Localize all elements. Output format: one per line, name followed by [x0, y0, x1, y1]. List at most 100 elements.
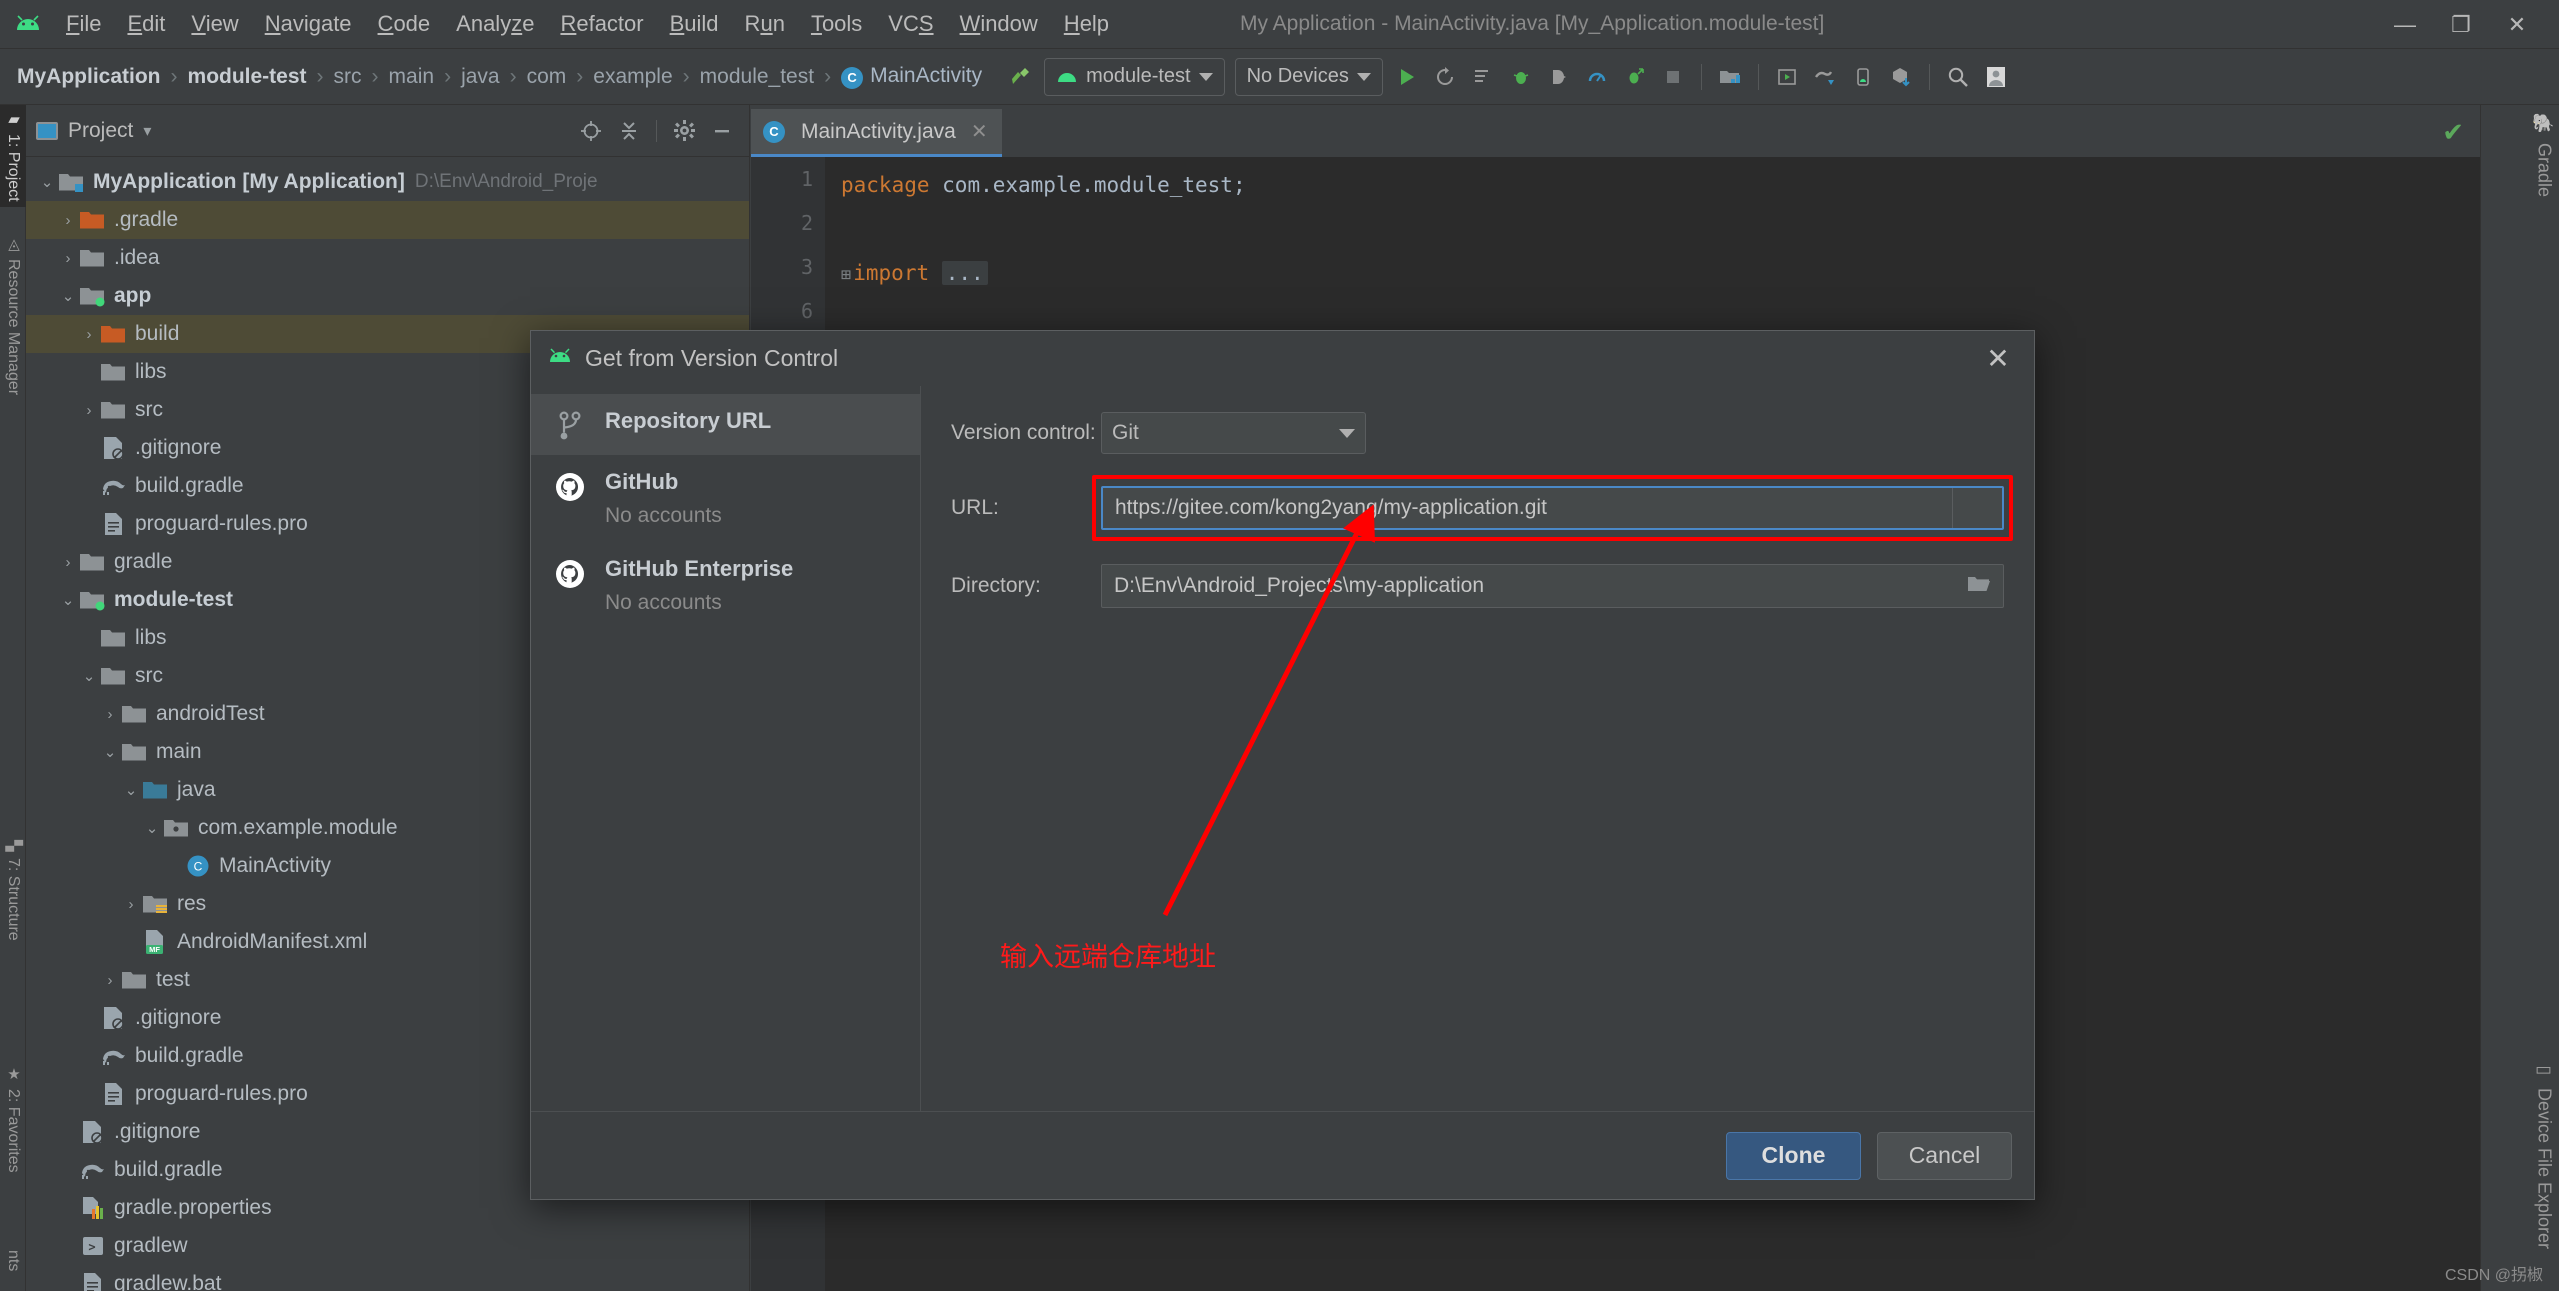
- sidebar-item-commits[interactable]: nts: [0, 1245, 26, 1276]
- chevron-down-icon[interactable]: ⌄: [36, 173, 58, 191]
- code-line[interactable]: ⊞import ...: [825, 251, 2480, 295]
- menu-item-file[interactable]: File: [53, 7, 114, 41]
- chevron-down-icon[interactable]: ⌄: [57, 591, 79, 609]
- browse-folder-icon[interactable]: [1967, 573, 1991, 599]
- chevron-right-icon[interactable]: ›: [57, 212, 79, 229]
- chevron-down-icon[interactable]: ⌄: [99, 743, 121, 761]
- source-item-github[interactable]: GitHub No accounts: [531, 455, 920, 542]
- restore-button[interactable]: ❐: [2433, 3, 2489, 47]
- chevron-right-icon[interactable]: ›: [99, 972, 121, 989]
- breadcrumb-item-main[interactable]: main: [386, 63, 438, 91]
- fold-expand-icon[interactable]: ⊞: [841, 265, 851, 285]
- chevron-right-icon[interactable]: ›: [120, 896, 142, 913]
- sync-gradle-icon[interactable]: [1806, 58, 1844, 96]
- breadcrumb-item-mainactivity[interactable]: C MainActivity: [838, 62, 985, 91]
- breadcrumb-item-module-test[interactable]: module-test: [185, 63, 310, 91]
- tab-mainactivity-java[interactable]: C MainActivity.java ✕: [751, 109, 1002, 157]
- source-item-github-enterprise[interactable]: GitHub Enterprise No accounts: [531, 542, 920, 629]
- tree-node-.gradle[interactable]: › .gradle: [26, 201, 749, 239]
- run-with-coverage-icon[interactable]: [1464, 58, 1502, 96]
- user-account-icon[interactable]: [1977, 58, 2015, 96]
- sidebar-item-resource-manager[interactable]: ◬ Resource Manager: [0, 230, 26, 400]
- sdk-download-icon[interactable]: [1882, 58, 1920, 96]
- stop-icon[interactable]: [1654, 58, 1692, 96]
- chevron-right-icon[interactable]: ›: [57, 250, 79, 267]
- avd-manager-icon[interactable]: [1768, 58, 1806, 96]
- settings-gear-icon[interactable]: [667, 114, 701, 148]
- build-hammer-icon[interactable]: [1001, 58, 1039, 96]
- folder-icon: [142, 780, 170, 801]
- chevron-right-icon[interactable]: ›: [99, 706, 121, 723]
- hide-panel-icon[interactable]: [705, 114, 739, 148]
- editor-tab-bar: C MainActivity.java ✕: [751, 105, 2480, 157]
- collapse-all-icon[interactable]: [612, 114, 646, 148]
- profiler-icon[interactable]: [1578, 58, 1616, 96]
- chevron-down-icon[interactable]: [1952, 488, 1990, 528]
- sidebar-item-gradle[interactable]: 🐘 Gradle: [2533, 113, 2555, 197]
- cancel-button[interactable]: Cancel: [1877, 1131, 2012, 1180]
- chevron-right-icon[interactable]: ›: [57, 554, 79, 571]
- chevron-down-icon[interactable]: ⌄: [141, 819, 163, 837]
- menu-item-help[interactable]: Help: [1051, 7, 1122, 41]
- attach-debugger-icon[interactable]: [1540, 58, 1578, 96]
- menu-item-edit[interactable]: Edit: [114, 7, 178, 41]
- source-item-repository-url[interactable]: Repository URL: [531, 394, 920, 455]
- apply-changes-icon[interactable]: [1616, 58, 1654, 96]
- menu-item-tools[interactable]: Tools: [798, 7, 875, 41]
- minimize-button[interactable]: —: [2377, 3, 2433, 47]
- close-button[interactable]: ✕: [2489, 3, 2545, 47]
- locate-icon[interactable]: [574, 114, 608, 148]
- tree-node-label: res: [177, 892, 207, 915]
- debug-icon[interactable]: [1502, 58, 1540, 96]
- tree-node-myapplication-my-application-[interactable]: ⌄ MyApplication [My Application] D:\Env\An…: [26, 163, 749, 201]
- tree-node-gradlew.bat[interactable]: gradlew.bat: [26, 1265, 749, 1291]
- url-input[interactable]: https://gitee.com/kong2yang/my-applicati…: [1101, 486, 2004, 530]
- close-icon[interactable]: ✕: [1978, 339, 2018, 379]
- project-panel-title[interactable]: Project ▾: [36, 119, 151, 143]
- version-control-select[interactable]: Git: [1101, 412, 1366, 454]
- tree-node-gradlew[interactable]: > gradlew: [26, 1227, 749, 1265]
- code-line[interactable]: package com.example.module_test;: [825, 163, 2480, 207]
- menu-item-view[interactable]: View: [178, 7, 251, 41]
- sidebar-item-device-file-explorer[interactable]: ▭ Device File Explorer: [2533, 1059, 2555, 1249]
- breadcrumb-item-com[interactable]: com: [524, 63, 570, 91]
- breadcrumb-item-src[interactable]: src: [331, 63, 365, 91]
- chevron-down-icon[interactable]: ⌄: [78, 667, 100, 685]
- menu-item-window[interactable]: Window: [947, 7, 1051, 41]
- breadcrumb-item-myapplication[interactable]: MyApplication: [14, 63, 164, 91]
- code-line[interactable]: [825, 207, 2480, 251]
- sidebar-item-favorites[interactable]: ★ 2: Favorites: [0, 1060, 26, 1178]
- get-from-version-control-dialog: Get from Version Control ✕ Repository UR…: [530, 330, 2035, 1200]
- menu-item-navigate[interactable]: Navigate: [252, 7, 365, 41]
- chevron-right-icon[interactable]: ›: [78, 326, 100, 343]
- run-icon[interactable]: [1388, 58, 1426, 96]
- breadcrumb-item-example[interactable]: example: [590, 63, 675, 91]
- menu-item-refactor[interactable]: Refactor: [547, 7, 656, 41]
- directory-input[interactable]: D:\Env\Android_Projects\my-application: [1101, 564, 2004, 608]
- chevron-down-icon[interactable]: ⌄: [120, 781, 142, 799]
- tab-label: MainActivity.java: [801, 119, 956, 143]
- sidebar-item-project[interactable]: ▰ 1: Project: [0, 105, 26, 207]
- sidebar-item-structure[interactable]: ▚ 7: Structure: [0, 835, 26, 945]
- module-selector[interactable]: module-test: [1044, 57, 1225, 96]
- source-item-label: GitHub: [605, 469, 679, 494]
- menu-item-vcs[interactable]: VCS: [875, 7, 946, 41]
- menu-item-build[interactable]: Build: [657, 7, 732, 41]
- menu-item-run[interactable]: Run: [732, 7, 798, 41]
- breadcrumb-item-module-test[interactable]: module_test: [697, 63, 817, 91]
- close-icon[interactable]: ✕: [971, 119, 988, 144]
- device-manager-icon[interactable]: [1844, 58, 1882, 96]
- search-everywhere-icon[interactable]: [1939, 58, 1977, 96]
- menu-item-code[interactable]: Code: [365, 7, 444, 41]
- rerun-icon[interactable]: [1426, 58, 1464, 96]
- chevron-down-icon[interactable]: ⌄: [57, 287, 79, 305]
- tree-node-.idea[interactable]: › .idea: [26, 239, 749, 277]
- tree-node-app[interactable]: ⌄ app: [26, 277, 749, 315]
- menu-item-analyze[interactable]: Analyze: [443, 7, 547, 41]
- clone-button[interactable]: Clone: [1726, 1131, 1861, 1180]
- breadcrumb-item-java[interactable]: java: [458, 63, 503, 91]
- device-selector[interactable]: No Devices: [1234, 57, 1383, 96]
- chevron-right-icon[interactable]: ›: [78, 402, 100, 419]
- sdk-manager-icon[interactable]: [1711, 58, 1749, 96]
